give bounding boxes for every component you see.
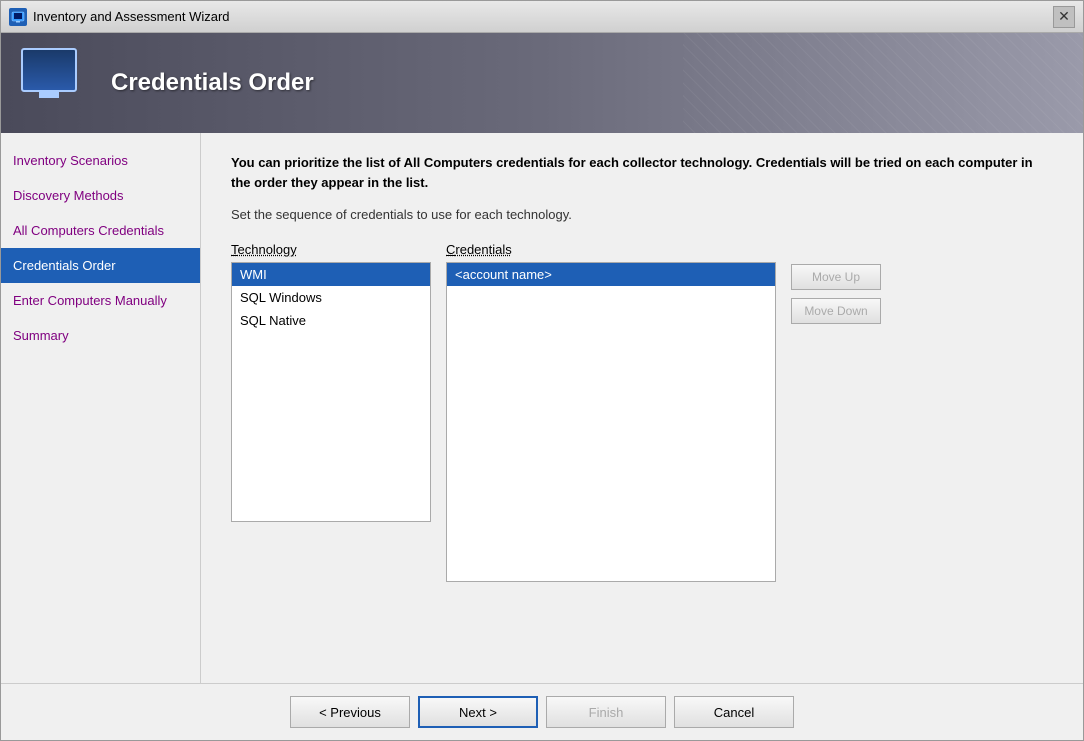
sidebar-item-summary[interactable]: Summary — [1, 318, 200, 353]
credentials-panel: Credentials <account name> — [446, 242, 776, 582]
sidebar-item-discovery-methods[interactable]: Discovery Methods — [1, 178, 200, 213]
cancel-button[interactable]: Cancel — [674, 696, 794, 728]
credentials-list[interactable]: <account name> — [446, 262, 776, 582]
sub-description: Set the sequence of credentials to use f… — [231, 207, 1053, 222]
panels-area: Technology WMI SQL Windows SQL Native Cr… — [231, 242, 1053, 582]
sidebar: Inventory Scenarios Discovery Methods Al… — [1, 133, 201, 683]
technology-list[interactable]: WMI SQL Windows SQL Native — [231, 262, 431, 522]
header-title: Credentials Order — [111, 69, 314, 97]
technology-item-sql-windows[interactable]: SQL Windows — [232, 286, 430, 309]
title-bar-text: Inventory and Assessment Wizard — [33, 9, 1053, 24]
close-button[interactable]: ✕ — [1053, 6, 1075, 28]
main-content: You can prioritize the list of All Compu… — [201, 133, 1083, 683]
technology-label: Technology — [231, 242, 431, 257]
sidebar-item-enter-computers-manually[interactable]: Enter Computers Manually — [1, 283, 200, 318]
technology-item-sql-native[interactable]: SQL Native — [232, 309, 430, 332]
title-bar: Inventory and Assessment Wizard ✕ — [1, 1, 1083, 33]
action-buttons: Move Up Move Down — [791, 242, 881, 582]
sidebar-item-inventory-scenarios[interactable]: Inventory Scenarios — [1, 143, 200, 178]
move-down-button[interactable]: Move Down — [791, 298, 881, 324]
credentials-label: Credentials — [446, 242, 776, 257]
main-window: Inventory and Assessment Wizard ✕ Creden… — [0, 0, 1084, 741]
previous-button[interactable]: < Previous — [290, 696, 410, 728]
technology-item-wmi[interactable]: WMI — [232, 263, 430, 286]
finish-button[interactable]: Finish — [546, 696, 666, 728]
sidebar-item-all-computers-credentials[interactable]: All Computers Credentials — [1, 213, 200, 248]
content-area: Inventory Scenarios Discovery Methods Al… — [1, 133, 1083, 683]
move-up-button[interactable]: Move Up — [791, 264, 881, 290]
footer: < Previous Next > Finish Cancel — [1, 683, 1083, 740]
technology-panel: Technology WMI SQL Windows SQL Native — [231, 242, 431, 582]
credentials-item-account[interactable]: <account name> — [447, 263, 775, 286]
next-button[interactable]: Next > — [418, 696, 538, 728]
sidebar-item-credentials-order[interactable]: Credentials Order — [1, 248, 200, 283]
app-icon — [9, 8, 27, 26]
header-banner: Credentials Order — [1, 33, 1083, 133]
description-text: You can prioritize the list of All Compu… — [231, 153, 1053, 192]
header-icon — [21, 48, 91, 118]
